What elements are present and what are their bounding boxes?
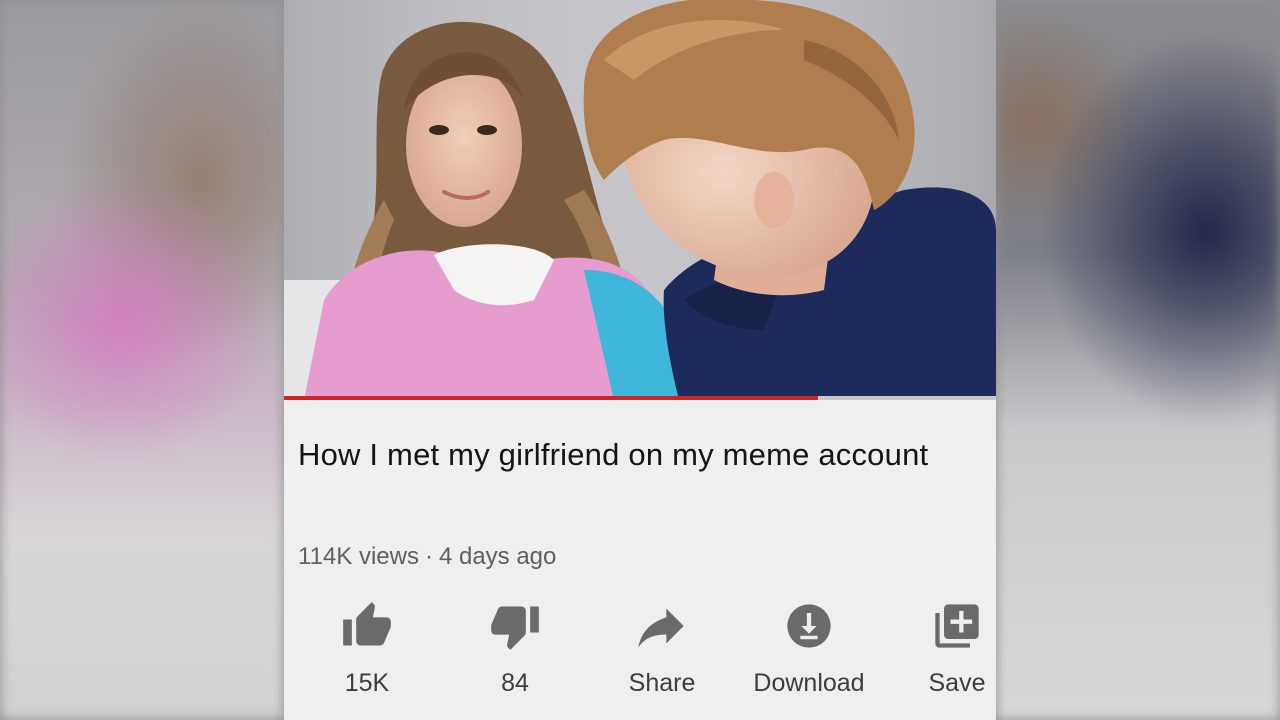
download-button[interactable]: Download — [739, 600, 879, 710]
save-label: Save — [928, 669, 986, 697]
blurred-background-left — [0, 0, 284, 720]
playback-progress-bar[interactable] — [284, 396, 996, 400]
download-label: Download — [753, 669, 865, 697]
action-bar: 15K 84 Share Download Save — [284, 600, 996, 710]
download-icon — [783, 600, 835, 652]
dislike-count: 84 — [501, 669, 529, 697]
share-label: Share — [628, 669, 696, 697]
like-button[interactable]: 15K — [297, 600, 437, 710]
share-button[interactable]: Share — [592, 600, 732, 710]
video-meta: 114K views · 4 days ago — [298, 543, 556, 571]
meta-separator: · — [424, 543, 433, 570]
thumbs-up-icon — [341, 600, 393, 652]
view-count: 114K views — [298, 543, 419, 570]
screen: How I met my girlfriend on my meme accou… — [0, 0, 1280, 720]
like-count: 15K — [344, 669, 390, 697]
video-title: How I met my girlfriend on my meme accou… — [298, 437, 929, 472]
dislike-button[interactable]: 84 — [445, 600, 585, 710]
blurred-background-right — [996, 0, 1280, 720]
thumbs-down-icon — [489, 600, 541, 652]
save-button[interactable]: Save — [887, 600, 996, 710]
playback-progress-fill — [284, 396, 818, 400]
couple-photo — [284, 0, 996, 400]
video-card: How I met my girlfriend on my meme accou… — [284, 0, 996, 720]
video-thumbnail[interactable] — [284, 0, 996, 400]
playlist-add-icon — [931, 600, 983, 652]
share-arrow-icon — [636, 600, 688, 652]
upload-age: 4 days ago — [438, 543, 557, 570]
